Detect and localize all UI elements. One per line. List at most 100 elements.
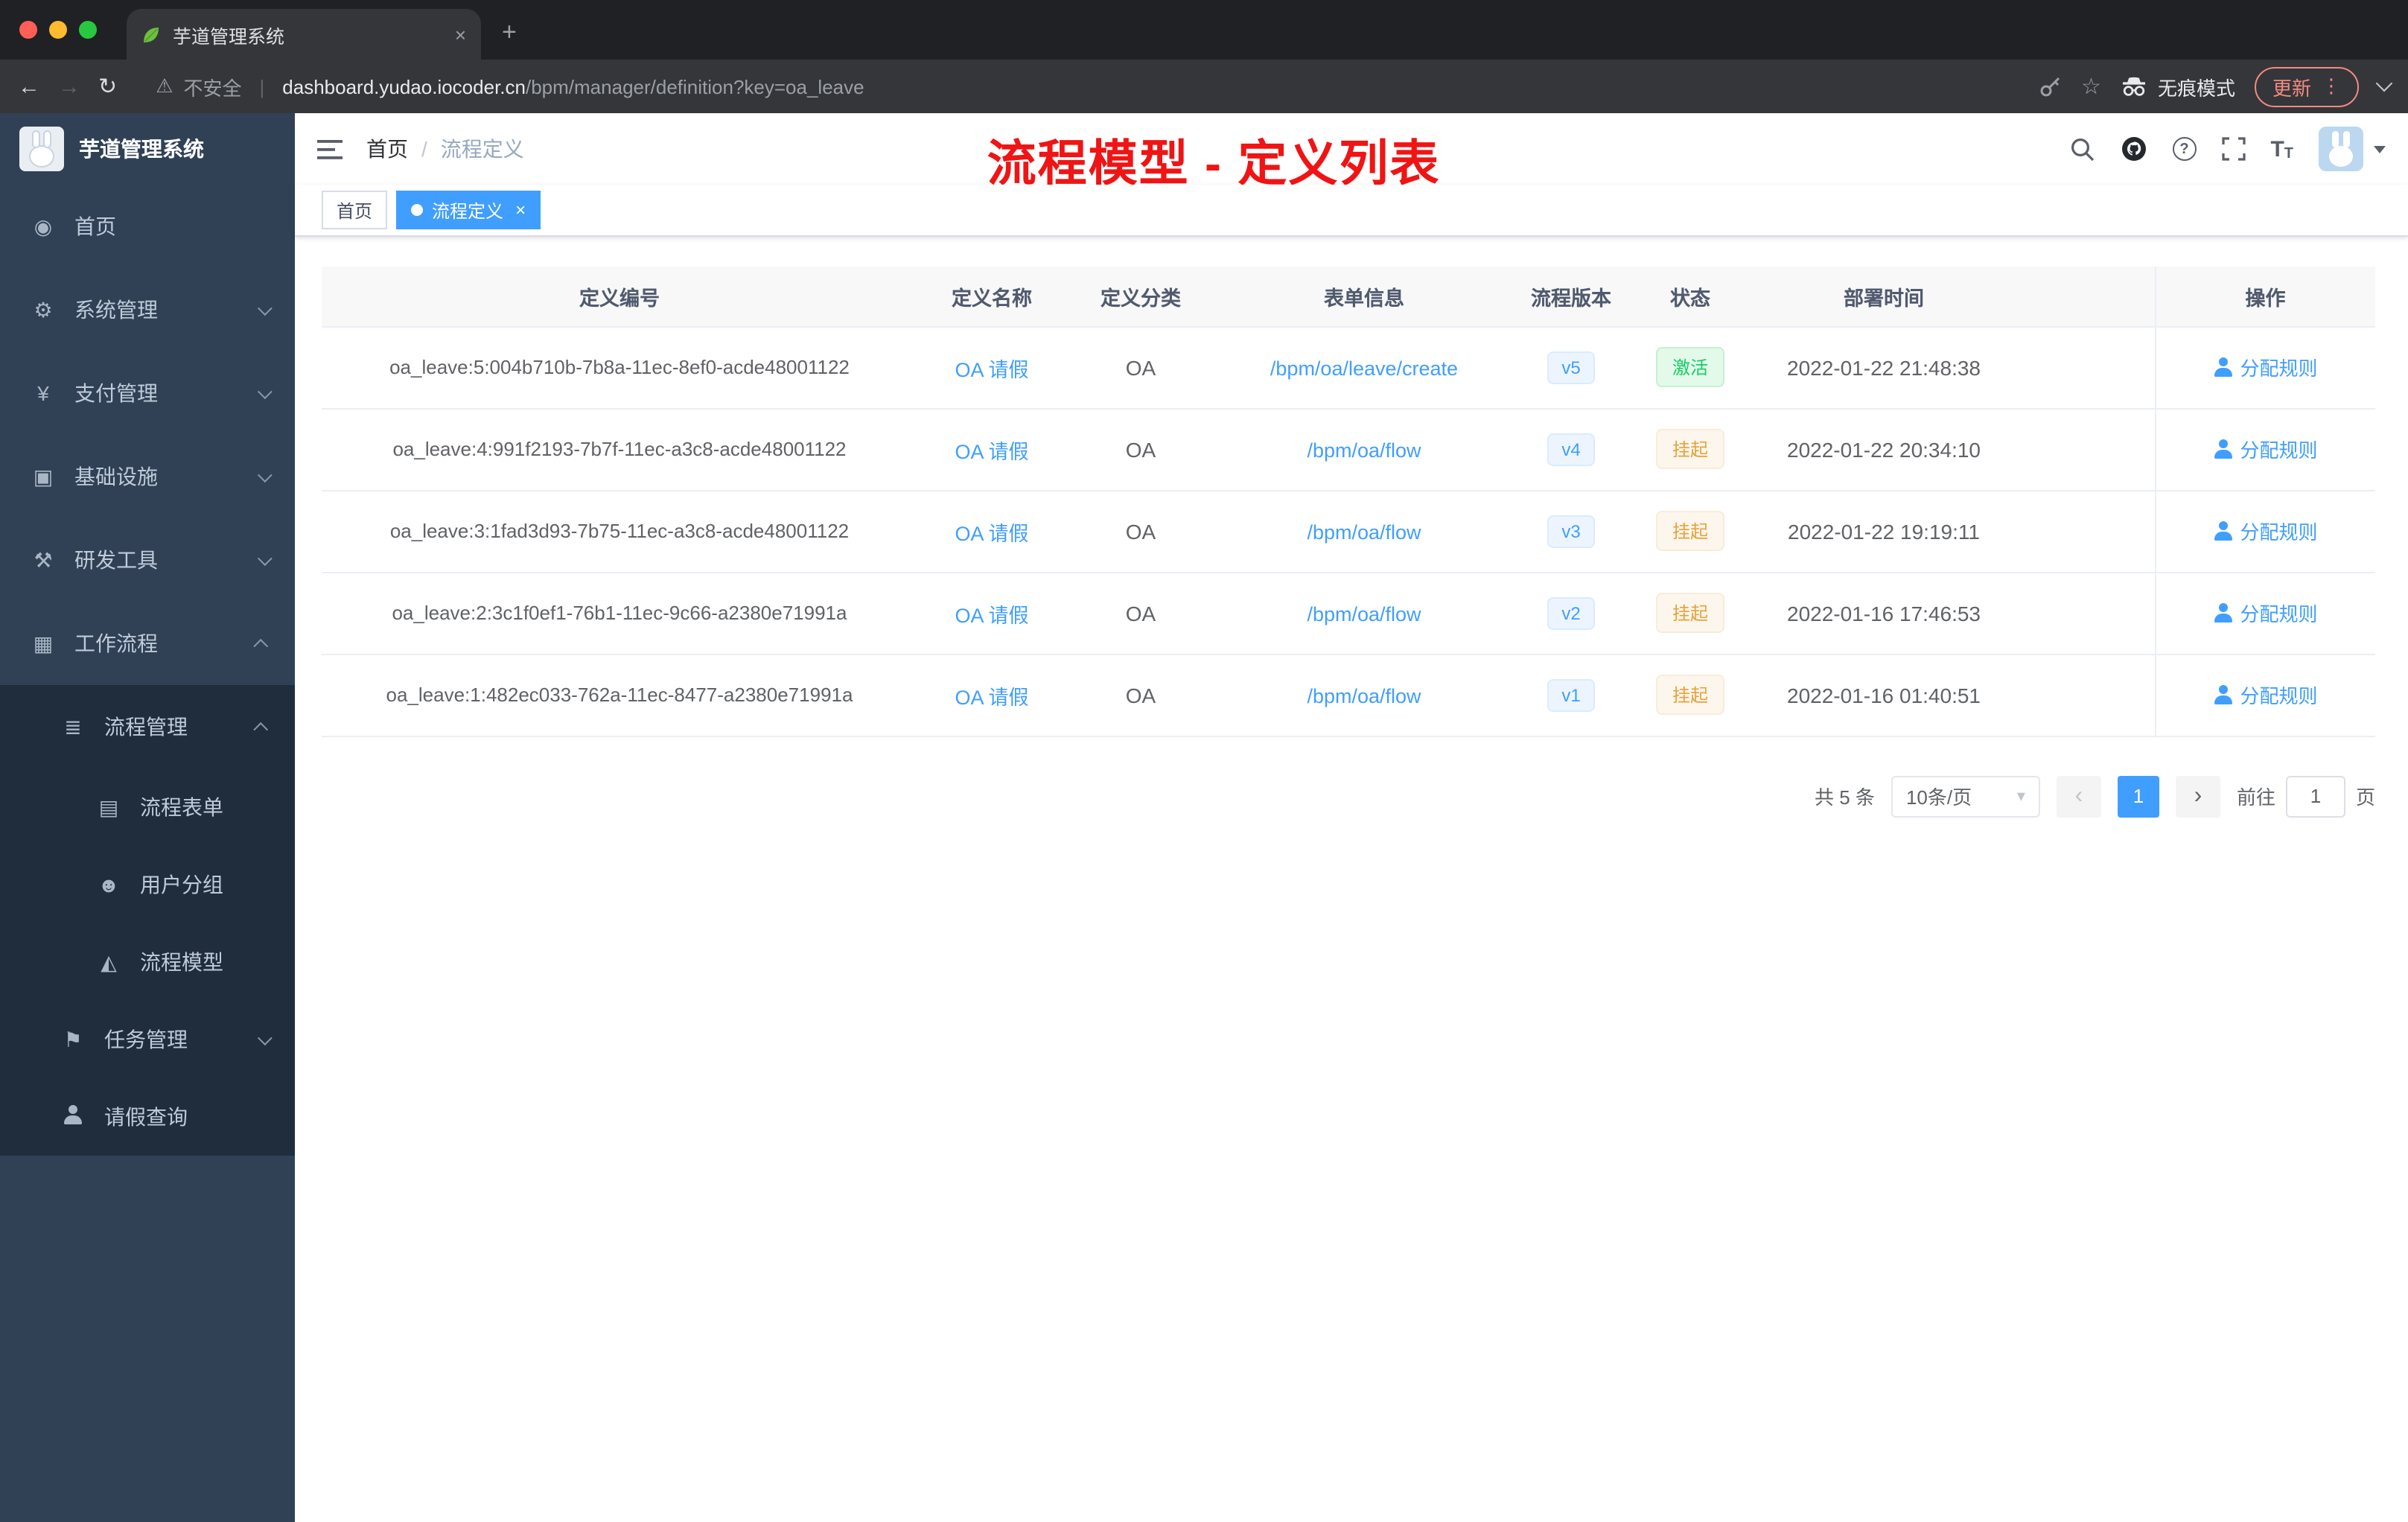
form-link[interactable]: /bpm/oa/flow [1307,439,1421,461]
spacer-cell [2016,408,2155,491]
page-number-current[interactable]: 1 [2117,775,2159,817]
sidebar-item-infrastructure[interactable]: ▣ 基础设施 [0,435,295,518]
chevron-down-icon[interactable] [2375,74,2393,92]
definition-name-link[interactable]: OA 请假 [955,686,1028,708]
user-icon [2213,357,2232,377]
table-header-row: 定义编号 定义名称 定义分类 表单信息 流程版本 状态 部署时间 操作 [322,267,2375,327]
avatar[interactable] [2319,127,2363,171]
url-path: /bpm/manager/definition?key=oa_leave [526,75,864,98]
user-icon [2213,603,2232,623]
assign-rule-link[interactable]: 分配规则 [2213,517,2318,545]
sidebar-item-workflow[interactable]: ▦ 工作流程 [0,602,295,685]
caret-down-icon [2374,145,2386,153]
password-key-icon[interactable] [2038,74,2062,98]
hamburger-icon[interactable] [317,138,343,160]
address-bar[interactable]: dashboard.yudao.iocoder.cn/bpm/manager/d… [282,75,864,98]
definition-name-link[interactable]: OA 请假 [955,440,1028,462]
deploy-time: 2022-01-16 01:40:51 [1751,654,2016,736]
search-icon[interactable] [2069,136,2095,162]
tab-close-icon[interactable]: × [455,23,466,45]
breadcrumb-home[interactable]: 首页 [366,134,408,164]
main-area: 首页 / 流程定义 流程模型 - 定义列表 ? TT 首页 流程定义 × 定义编… [295,113,2408,1522]
tag-label: 流程定义 [432,200,504,221]
definition-name-link[interactable]: OA 请假 [955,358,1028,380]
update-button[interactable]: 更新 ⋮ [2254,66,2359,106]
close-window-button[interactable] [19,21,37,39]
fullscreen-icon[interactable] [2221,137,2246,161]
security-label: 不安全 [183,77,242,99]
sidebar-item-leave-query[interactable]: 请假查询 [0,1078,295,1156]
url-host: dashboard.yudao.iocoder.cn [282,75,526,98]
chevron-up-icon [253,637,269,653]
sidebar-item-label: 工作流程 [74,631,158,655]
incognito-label: 无痕模式 [2157,77,2235,99]
deploy-time: 2022-01-22 19:19:11 [1751,490,2016,573]
sidebar-item-process-model[interactable]: ◭ 流程模型 [0,923,295,1001]
breadcrumb-current: 流程定义 [440,137,524,161]
next-page-button[interactable]: › [2175,775,2220,817]
help-icon[interactable]: ? [2172,137,2197,161]
form-link[interactable]: /bpm/oa/flow [1307,602,1421,625]
assign-rule-link[interactable]: 分配规则 [2213,599,2318,627]
tag-close-icon[interactable]: × [515,200,526,220]
reload-button[interactable]: ↻ [98,73,117,100]
sidebar-item-process-form[interactable]: ▤ 流程表单 [0,768,295,846]
definition-id: oa_leave:1:482ec033-762a-11ec-8477-a2380… [322,654,917,736]
infrastructure-icon: ▣ [33,464,54,488]
browser-tab[interactable]: 芋道管理系统 × [127,9,481,60]
new-tab-button[interactable]: + [502,18,517,48]
tag-home[interactable]: 首页 [322,191,388,229]
browser-menu-icon[interactable]: ⋮ [2322,74,2341,98]
sidebar-item-label: 用户分组 [140,873,223,897]
form-link[interactable]: /bpm/oa/leave/create [1270,357,1458,379]
maximize-window-button[interactable] [79,21,97,39]
sidebar-item-system[interactable]: ⚙ 系统管理 [0,268,295,351]
assign-rule-link[interactable]: 分配规则 [2213,681,2318,709]
assign-rule-link[interactable]: 分配规则 [2213,353,2318,381]
status-badge: 挂起 [1655,593,1724,633]
font-size-icon[interactable]: TT [2270,136,2293,162]
column-header-actions: 操作 [2154,267,2375,327]
sidebar-item-payment[interactable]: ¥ 支付管理 [0,351,295,435]
definition-category: OA [1066,654,1215,736]
sidebar-item-label: 流程模型 [140,950,223,974]
minimize-window-button[interactable] [49,21,67,39]
form-link[interactable]: /bpm/oa/flow [1307,684,1421,707]
assign-rule-label: 分配规则 [2240,439,2318,462]
forward-button[interactable]: → [58,74,80,99]
chevron-up-icon [253,721,269,736]
prev-page-button[interactable]: ‹ [2056,775,2101,817]
security-indicator[interactable]: ⚠ 不安全 [156,72,241,101]
spacer-cell [2016,326,2155,409]
page: 芋道管理系统 × + ← → ↻ ⚠ 不安全 | dashboard.yudao… [0,0,2408,1522]
sidebar-item-home[interactable]: ◉ 首页 [0,185,295,268]
sidebar-submenu: ≣ 流程管理 ▤ 流程表单 ☻ 用户分组 ◭ 流程模型 ⚑ 任务管理 请假查询 [0,685,295,1156]
bookmark-star-icon[interactable]: ☆ [2081,73,2101,100]
version-tag: v5 [1547,351,1596,383]
status-badge: 挂起 [1655,675,1724,715]
assign-rule-link[interactable]: 分配规则 [2213,435,2318,463]
back-button[interactable]: ← [18,74,40,99]
sidebar-item-devtools[interactable]: ⚒ 研发工具 [0,518,295,602]
goto-page-input[interactable] [2285,775,2345,817]
definition-name-link[interactable]: OA 请假 [955,522,1028,544]
deploy-time: 2022-01-16 17:46:53 [1751,572,2016,655]
sidebar-item-task-management[interactable]: ⚑ 任务管理 [0,1001,295,1078]
sidebar-item-process-management[interactable]: ≣ 流程管理 [0,685,295,768]
definition-name-link[interactable]: OA 请假 [955,604,1028,626]
tag-process-definition[interactable]: 流程定义 × [396,191,541,229]
header-actions: ? TT [2069,127,2386,171]
table-row: oa_leave:1:482ec033-762a-11ec-8477-a2380… [322,654,2375,736]
page-size-select[interactable]: 10条/页 ▾ [1891,775,2040,817]
definition-category: OA [1066,490,1215,573]
form-link[interactable]: /bpm/oa/flow [1307,520,1421,543]
github-icon[interactable] [2120,136,2147,162]
send-icon: ◭ [101,949,117,973]
definition-category: OA [1066,572,1215,655]
column-header-category: 定义分类 [1066,267,1215,327]
sidebar-item-user-group[interactable]: ☻ 用户分组 [0,846,295,923]
user-menu[interactable] [2319,127,2386,171]
browser-tab-strip: 芋道管理系统 × + [0,0,2408,60]
sidebar-item-label: 首页 [74,214,116,238]
window-controls[interactable] [0,21,121,39]
